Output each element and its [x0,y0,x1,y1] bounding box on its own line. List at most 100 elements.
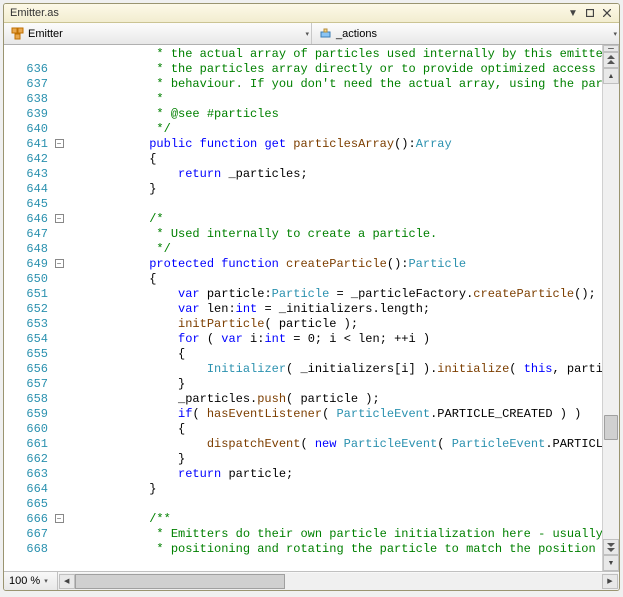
line-number: 656 [4,362,48,377]
horizontal-scroll-track[interactable] [75,574,602,589]
line-number: 648 [4,242,48,257]
code-line[interactable]: if( hasEventListener( ParticleEvent.PART… [70,407,602,422]
line-number [4,47,48,62]
fold-cell [52,497,66,512]
code-line[interactable]: { [70,272,602,287]
code-line[interactable]: return _particles; [70,167,602,182]
fold-cell [52,62,66,77]
scroll-left-icon[interactable]: ◀ [59,574,75,589]
fold-toggle-icon[interactable]: − [55,259,64,268]
horizontal-scrollbar[interactable]: ◀ ▶ [59,573,618,590]
code-line[interactable]: dispatchEvent( new ParticleEvent( Partic… [70,437,602,452]
scroll-right-icon[interactable]: ▶ [602,574,618,589]
fold-toggle-icon[interactable]: − [55,514,64,523]
horizontal-scroll-thumb[interactable] [75,574,285,589]
maximize-button[interactable] [582,6,598,20]
code-line[interactable]: protected function createParticle():Part… [70,257,602,272]
scroll-up-icon[interactable]: ▲ [603,68,619,84]
vertical-scroll-thumb[interactable] [604,415,618,440]
line-number: 663 [4,467,48,482]
fold-column: − − − − [52,45,66,571]
line-number: 647 [4,227,48,242]
code-line[interactable]: var len:int = _initializers.length; [70,302,602,317]
code-line[interactable]: */ [70,122,602,137]
fold-cell [52,167,66,182]
code-line[interactable]: } [70,452,602,467]
split-handle[interactable]: ─ [603,45,619,52]
fold-cell [52,542,66,557]
fold-cell [52,92,66,107]
line-number: 653 [4,317,48,332]
code-line[interactable]: */ [70,242,602,257]
code-line[interactable]: return particle; [70,467,602,482]
code-line[interactable]: _particles.push( particle ); [70,392,602,407]
scroll-page-up-icon[interactable] [603,52,619,68]
line-number: 640 [4,122,48,137]
code-line[interactable]: * [70,92,602,107]
zoom-control[interactable]: 100 % ▾ [4,572,58,590]
fold-cell [52,392,66,407]
fold-toggle-icon[interactable]: − [55,214,64,223]
line-number: 661 [4,437,48,452]
fold-cell [52,362,66,377]
titlebar: Emitter.as ▼ [4,4,619,23]
chevron-down-icon[interactable]: ▾ [305,30,309,38]
code-line[interactable]: /* [70,212,602,227]
fold-cell [52,287,66,302]
code-line[interactable] [70,197,602,212]
scroll-page-down-icon[interactable] [603,539,619,555]
code-line[interactable]: { [70,347,602,362]
fold-cell [52,152,66,167]
code-line[interactable]: initParticle( particle ); [70,317,602,332]
code-line[interactable] [70,497,602,512]
line-number: 652 [4,302,48,317]
code-line[interactable]: public function get particlesArray():Arr… [70,137,602,152]
code-line[interactable]: * behaviour. If you don't need the actua… [70,77,602,92]
code-line[interactable]: * the actual array of particles used int… [70,47,602,62]
fold-toggle-icon[interactable]: − [55,139,64,148]
class-icon [10,27,24,41]
code-line[interactable]: * the particles array directly or to pro… [70,62,602,77]
fold-cell [52,482,66,497]
fold-cell [52,107,66,122]
member-selector[interactable]: _actions ▾ [312,23,619,44]
class-selector[interactable]: Emitter ▾ [4,23,312,44]
fold-cell [52,47,66,62]
line-number: 649 [4,257,48,272]
zoom-value: 100 % [9,575,40,587]
chevron-down-icon[interactable]: ▾ [613,30,617,38]
scroll-down-icon[interactable]: ▼ [603,555,619,571]
line-number: 650 [4,272,48,287]
line-number: 664 [4,482,48,497]
vertical-scrollbar[interactable]: ─ ▲ ▼ [602,45,619,571]
code-line[interactable]: { [70,152,602,167]
line-number: 658 [4,392,48,407]
line-number: 641 [4,137,48,152]
chevron-down-icon[interactable]: ▾ [40,577,52,585]
code-line[interactable]: var particle:Particle = _particleFactory… [70,287,602,302]
code-line[interactable]: * Used internally to create a particle. [70,227,602,242]
line-number: 637 [4,77,48,92]
code-line[interactable]: * Emitters do their own particle initial… [70,527,602,542]
code-line[interactable]: * positioning and rotating the particle … [70,542,602,557]
fold-cell: − [52,212,66,227]
code-line[interactable]: * @see #particles [70,107,602,122]
code-line[interactable]: } [70,482,602,497]
line-number: 636 [4,62,48,77]
code-line[interactable]: for ( var i:int = 0; i < len; ++i ) [70,332,602,347]
line-number: 666 [4,512,48,527]
code-line[interactable]: Initializer( _initializers[i] ).initiali… [70,362,602,377]
line-number: 654 [4,332,48,347]
line-number: 655 [4,347,48,362]
code-line[interactable]: /** [70,512,602,527]
fold-cell [52,407,66,422]
member-icon [318,27,332,41]
code-content[interactable]: * the actual array of particles used int… [66,45,602,571]
fold-cell [52,437,66,452]
code-line[interactable]: { [70,422,602,437]
code-line[interactable]: } [70,377,602,392]
fold-cell [52,467,66,482]
close-button[interactable] [599,6,615,20]
code-line[interactable]: } [70,182,602,197]
window-dropdown-icon[interactable]: ▼ [565,6,581,20]
